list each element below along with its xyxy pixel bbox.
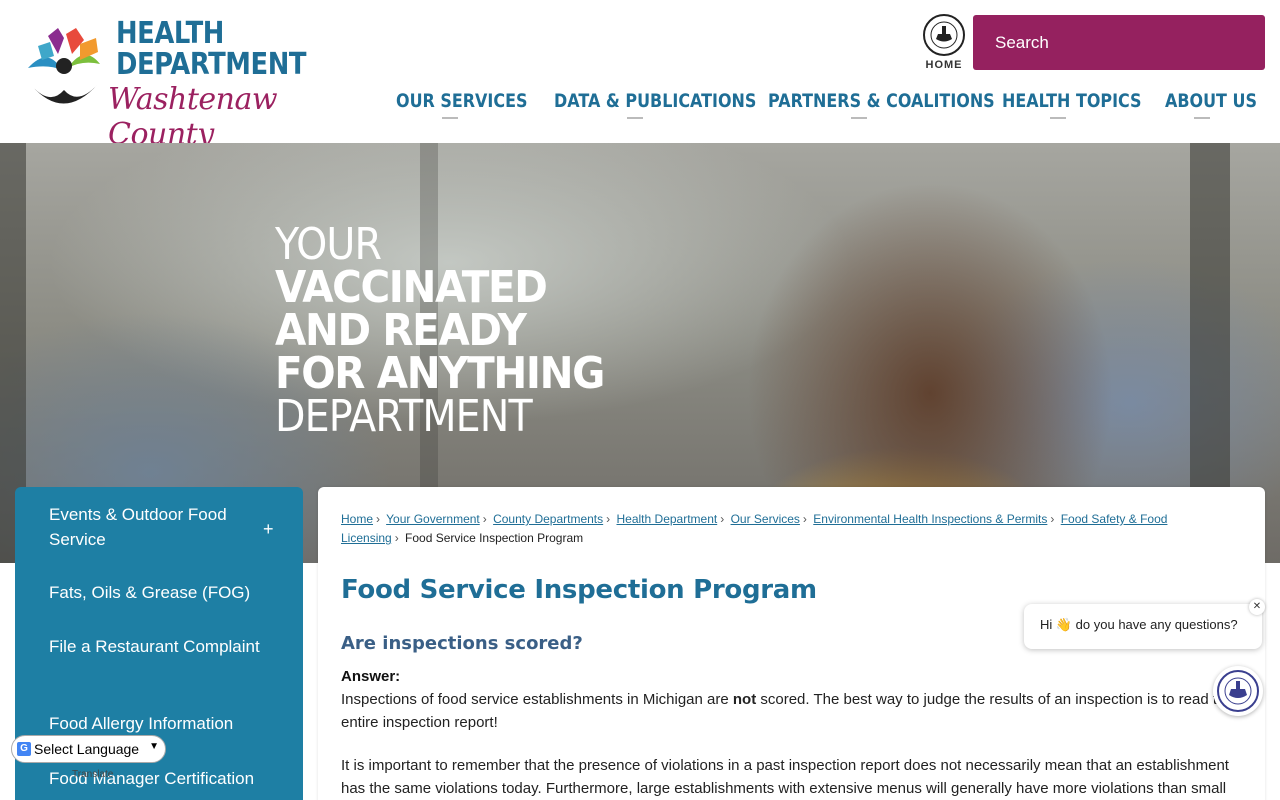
nav-data-publications[interactable]: DATA & PUBLICATIONS <box>554 90 756 112</box>
sidebar-item-fog[interactable]: Fats, Oils & Grease (FOG) <box>49 580 269 605</box>
answer-emphasis: not <box>732 691 757 708</box>
hero-line: FOR ANYTHING <box>275 348 605 399</box>
nav-indicator <box>1194 117 1210 119</box>
expand-plus-icon[interactable]: + <box>263 519 274 540</box>
chevron-down-icon: ▼ <box>149 741 159 752</box>
chat-greeting-bubble[interactable]: Hi 👋 do you have any questions? <box>1024 604 1262 649</box>
logo-title: HEALTH DEPARTMENT <box>116 18 306 80</box>
county-seal-icon <box>1217 670 1259 712</box>
nav-our-services[interactable]: OUR SERVICES <box>396 90 527 112</box>
logo-line2: DEPARTMENT <box>116 47 307 82</box>
breadcrumb-link-health[interactable]: Health Department <box>617 512 718 526</box>
home-label: HOME <box>925 59 963 71</box>
answer-paragraph: Inspections of food service establishmen… <box>341 688 1246 734</box>
county-seal-icon <box>923 14 965 56</box>
site-header: HEALTH DEPARTMENT Washtenaw County HOME … <box>0 0 1280 152</box>
nav-indicator <box>1050 117 1066 119</box>
nav-health-topics[interactable]: HEALTH TOPICS <box>1002 90 1142 112</box>
sidebar-item-complaint[interactable]: File a Restaurant Complaint <box>49 634 269 659</box>
google-translate-icon: G <box>17 742 31 756</box>
home-link[interactable]: HOME <box>920 14 968 71</box>
breadcrumb-link-departments[interactable]: County Departments <box>493 512 603 526</box>
nav-partners-coalitions[interactable]: PARTNERS & COALITIONS <box>768 90 995 112</box>
breadcrumb-link-home[interactable]: Home <box>341 512 373 526</box>
page-title: Food Service Inspection Program <box>341 575 817 605</box>
breadcrumb-link-services[interactable]: Our Services <box>731 512 800 526</box>
logo-line1: HEALTH <box>116 16 224 51</box>
answer-label: Answer: <box>341 668 401 685</box>
close-icon[interactable]: ✕ <box>1249 599 1265 615</box>
sidebar-item-events[interactable]: Events & Outdoor Food Service <box>49 502 269 552</box>
sidebar-item-allergy[interactable]: Food Allergy Information <box>49 711 269 736</box>
nav-indicator <box>627 117 643 119</box>
nav-about-us[interactable]: ABOUT US <box>1165 90 1257 112</box>
breadcrumb: Home › Your Government › County Department… <box>341 512 1168 545</box>
nav-indicator <box>851 117 867 119</box>
nav-indicator <box>442 117 458 119</box>
language-select-label: Select Language <box>34 741 140 757</box>
breadcrumb-current: Food Service Inspection Program <box>405 531 584 545</box>
translate-powered-by[interactable]: Translate <box>72 769 113 780</box>
hero-line: VACCINATED <box>275 262 548 313</box>
breadcrumb-link-government[interactable]: Your Government <box>386 512 480 526</box>
search-input[interactable] <box>973 15 1265 70</box>
search-box[interactable] <box>973 15 1265 70</box>
hero-tagline: YOUR VACCINATED AND READY FOR ANYTHING D… <box>275 219 633 442</box>
breadcrumb-link-env-health[interactable]: Environmental Health Inspections & Permi… <box>813 512 1047 526</box>
hero-line: AND READY <box>275 305 527 356</box>
hero-line: DEPARTMENT <box>275 391 533 442</box>
hero-line: YOUR <box>275 219 382 270</box>
question-heading: Are inspections scored? <box>341 633 583 654</box>
detail-paragraph: It is important to remember that the pre… <box>341 757 1229 797</box>
chat-launcher-button[interactable] <box>1213 666 1263 716</box>
answer-text: Inspections of food service establishmen… <box>341 691 733 708</box>
main-nav: OUR SERVICES DATA & PUBLICATIONS PARTNER… <box>0 90 1280 130</box>
language-select[interactable]: G Select Language ▼ <box>11 735 166 763</box>
